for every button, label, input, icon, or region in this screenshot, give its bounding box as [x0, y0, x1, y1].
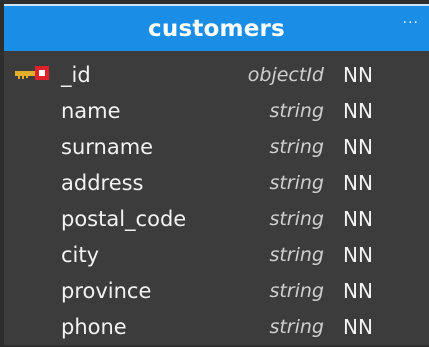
- field-name: _id: [61, 63, 91, 87]
- field-name: address: [61, 171, 144, 195]
- field-type: string: [269, 280, 324, 302]
- field-type: string: [269, 136, 324, 158]
- field-name: city: [61, 243, 100, 267]
- collection-title: customers: [148, 16, 285, 42]
- field-row[interactable]: name string NN: [4, 95, 429, 131]
- field-row[interactable]: city string NN: [4, 239, 429, 275]
- not-null-flag: NN: [343, 171, 373, 195]
- field-row[interactable]: surname string NN: [4, 131, 429, 167]
- field-name: name: [61, 99, 121, 123]
- ellipsis-icon[interactable]: ···: [403, 16, 419, 30]
- not-null-flag: NN: [343, 315, 373, 339]
- not-null-flag: NN: [343, 63, 373, 87]
- field-type: string: [269, 244, 324, 266]
- field-type: string: [269, 208, 324, 230]
- field-name: postal_code: [61, 207, 187, 231]
- not-null-flag: NN: [343, 243, 373, 267]
- field-row[interactable]: phone string NN: [4, 311, 429, 347]
- field-name: phone: [61, 315, 127, 339]
- field-name: province: [61, 279, 152, 303]
- not-null-flag: NN: [343, 207, 373, 231]
- field-row[interactable]: postal_code string NN: [4, 203, 429, 239]
- field-row[interactable]: province string NN: [4, 275, 429, 311]
- field-type: objectId: [247, 64, 324, 86]
- field-type: string: [269, 316, 324, 338]
- field-type: string: [269, 172, 324, 194]
- field-type: string: [269, 100, 324, 122]
- field-row[interactable]: _id objectId NN: [4, 59, 429, 95]
- not-null-flag: NN: [343, 135, 373, 159]
- primary-key-icon: [15, 66, 49, 80]
- field-list: _id objectId NN name string NN surname s…: [4, 59, 429, 347]
- field-name: surname: [61, 135, 154, 159]
- not-null-flag: NN: [343, 99, 373, 123]
- not-null-flag: NN: [343, 279, 373, 303]
- collection-header[interactable]: customers ···: [4, 4, 429, 51]
- collection-card[interactable]: customers ··· _id objectId NN name strin…: [4, 4, 429, 345]
- field-row[interactable]: address string NN: [4, 167, 429, 203]
